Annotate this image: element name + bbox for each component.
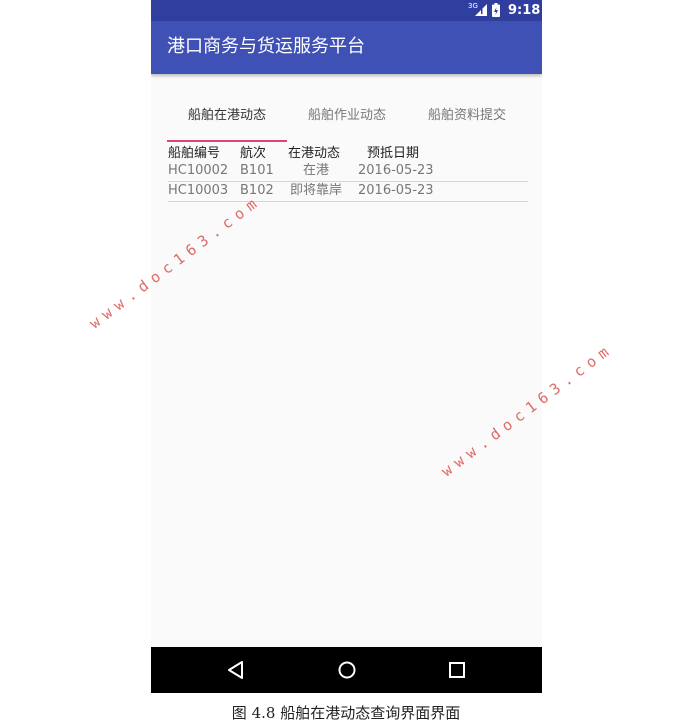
header-ship-id: 船舶编号	[168, 146, 221, 161]
table-header: 船舶编号 航次 在港动态 预抵日期	[168, 145, 528, 162]
signal-icon	[475, 4, 487, 16]
battery-icon	[492, 3, 500, 17]
cell-eta: 2016-05-23	[358, 163, 434, 178]
tab-label: 船舶作业动态	[307, 108, 386, 123]
phone-screen: 3G 9:18 港口商务与货运服务平台 船舶在港动态 船舶作业动态 船舶资料提交…	[151, 0, 542, 693]
status-bar: 3G 9:18	[151, 0, 542, 21]
header-eta: 预抵日期	[367, 146, 420, 161]
table-row[interactable]: HC10003 B102 即将靠岸 2016-05-23	[168, 182, 528, 202]
navigation-bar	[151, 647, 542, 693]
header-voyage: 航次	[240, 146, 267, 161]
clock-text: 9:18	[508, 3, 541, 18]
app-bar: 港口商务与货运服务平台	[151, 21, 542, 74]
header-port-status: 在港动态	[288, 146, 341, 161]
cell-ship-id: HC10003	[168, 183, 229, 198]
tab-label: 船舶资料提交	[427, 108, 506, 123]
tab-label: 船舶在港动态	[187, 108, 266, 123]
cell-eta: 2016-05-23	[358, 183, 434, 198]
ship-status-table: 船舶编号 航次 在港动态 预抵日期 HC10002 B101 在港 2016-0…	[168, 145, 528, 202]
cell-voyage: B101	[240, 163, 274, 178]
cell-port-status: 即将靠岸	[289, 183, 342, 198]
table-row[interactable]: HC10002 B101 在港 2016-05-23	[168, 162, 528, 182]
cell-ship-id: HC10002	[168, 163, 229, 178]
home-icon[interactable]	[335, 659, 359, 681]
figure-caption: 图 4.8 船舶在港动态查询界面界面	[231, 704, 461, 722]
tab-indicator	[167, 140, 287, 142]
tab-ship-document-submit[interactable]: 船舶资料提交	[407, 100, 527, 142]
app-title: 港口商务与货运服务平台	[167, 36, 365, 57]
tab-ship-in-port[interactable]: 船舶在港动态	[167, 100, 287, 142]
cell-port-status: 在港	[302, 163, 329, 178]
recent-apps-icon[interactable]	[445, 659, 469, 681]
back-icon[interactable]	[224, 659, 248, 681]
tab-ship-operations[interactable]: 船舶作业动态	[287, 100, 407, 142]
tab-bar: 船舶在港动态 船舶作业动态 船舶资料提交	[167, 100, 527, 144]
